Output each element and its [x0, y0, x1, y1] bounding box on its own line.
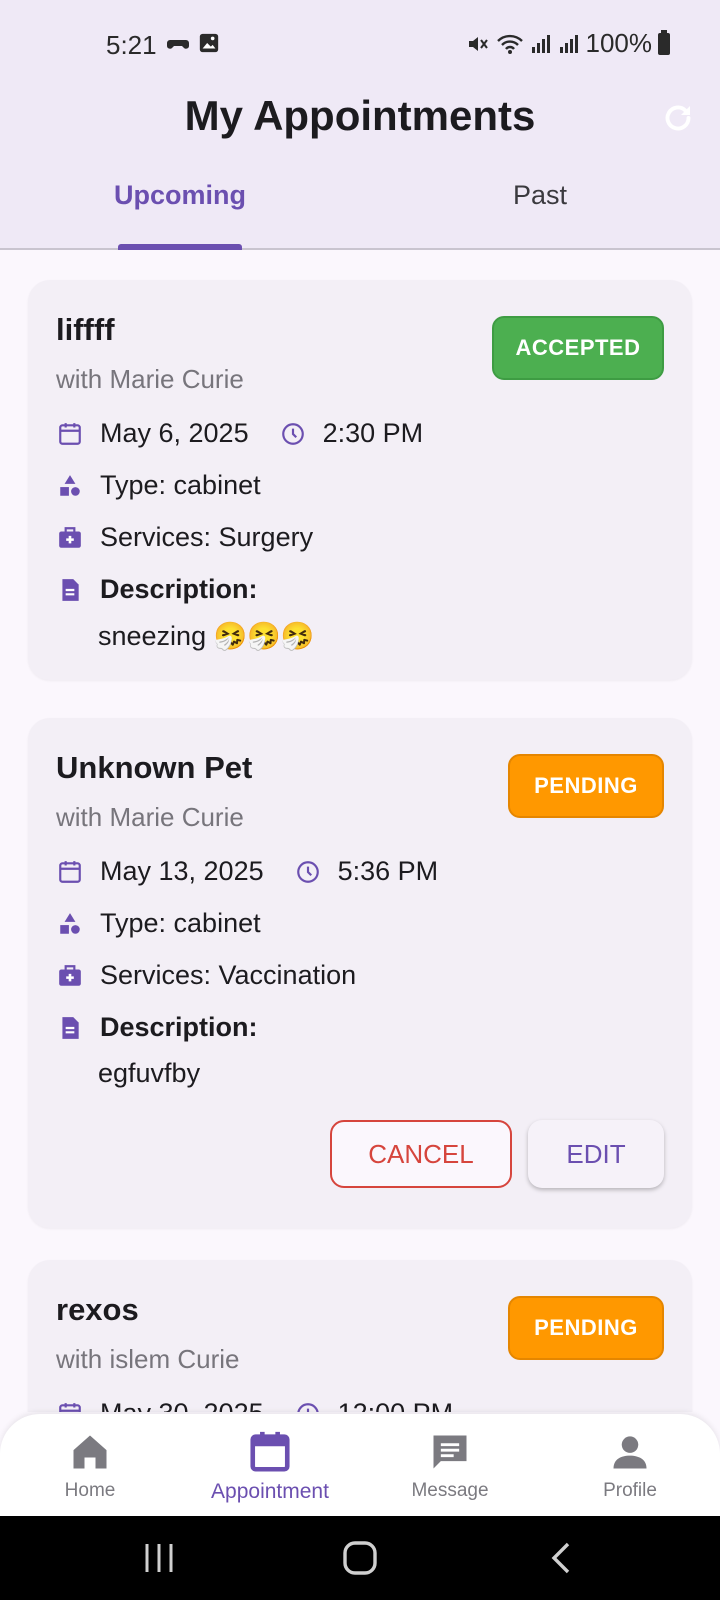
description-label: Description:	[100, 574, 258, 604]
status-badge: ACCEPTED	[492, 316, 664, 380]
nav-profile[interactable]: Profile	[550, 1428, 710, 1502]
date-time-row: May 13, 2025 5:36 PM	[56, 856, 438, 887]
status-time: 5:21	[106, 30, 157, 60]
appointment-time: 12:00 PM	[338, 1398, 454, 1412]
medical-bag-icon	[56, 524, 84, 552]
home-button-icon[interactable]	[340, 1538, 380, 1578]
status-badge: PENDING	[508, 754, 664, 818]
clock-icon	[294, 858, 322, 886]
calendar-icon	[56, 420, 84, 448]
battery-percent: 100%	[585, 28, 653, 58]
bottom-navigation: Home Appointment Message Profile	[0, 1414, 720, 1516]
description-row: Description:	[56, 1012, 258, 1043]
appointment-card[interactable]: liffff with Marie Curie ACCEPTED May 6, …	[28, 280, 692, 680]
vet-name: with islem Curie	[56, 1344, 240, 1374]
category-icon	[56, 472, 84, 500]
signal-icon	[531, 34, 550, 53]
nav-profile-label: Profile	[603, 1480, 657, 1501]
appointment-date: May 6, 2025	[100, 418, 249, 448]
date-time-row: May 30, 2025 12:00 PM	[56, 1398, 453, 1412]
pet-name: rexos	[56, 1292, 139, 1327]
calendar-icon	[246, 1428, 294, 1476]
appointment-type: Type: cabinet	[100, 908, 261, 938]
date-time-row: May 6, 2025 2:30 PM	[56, 418, 423, 449]
appointment-date: May 30, 2025	[100, 1398, 264, 1412]
description-label: Description:	[100, 1012, 258, 1042]
home-icon	[66, 1428, 114, 1476]
vet-name: with Marie Curie	[56, 802, 244, 832]
status-bar: 5:21 100%	[0, 22, 720, 66]
appointment-list[interactable]: liffff with Marie Curie ACCEPTED May 6, …	[0, 252, 720, 1412]
edit-button[interactable]: EDIT	[528, 1120, 664, 1188]
image-icon	[199, 33, 219, 53]
nav-message-label: Message	[411, 1480, 489, 1501]
nav-home[interactable]: Home	[10, 1428, 170, 1502]
status-right: 100%	[466, 28, 670, 59]
refresh-icon[interactable]	[660, 100, 696, 136]
nav-appointment-label: Appointment	[211, 1480, 329, 1503]
back-icon[interactable]	[548, 1538, 574, 1578]
appointment-time: 2:30 PM	[322, 418, 424, 448]
nav-home-label: Home	[64, 1480, 116, 1501]
battery-icon	[658, 29, 670, 55]
appointment-services: Services: Surgery	[100, 522, 314, 552]
description-row: Description:	[56, 574, 258, 605]
description-text: sneezing 🤧🤧🤧	[98, 621, 315, 651]
system-navigation-bar	[0, 1516, 720, 1600]
mute-icon	[468, 36, 488, 51]
category-icon	[56, 910, 84, 938]
signal-icon-2	[559, 34, 578, 53]
tab-past[interactable]: Past	[500, 180, 580, 246]
services-row: Services: Surgery	[56, 522, 313, 553]
tab-past-label: Past	[512, 180, 568, 210]
document-icon	[56, 1014, 84, 1042]
clock-icon	[294, 1400, 322, 1412]
tab-upcoming[interactable]: Upcoming	[114, 180, 246, 246]
notification-icons	[166, 32, 220, 56]
pet-name: liffff	[56, 312, 115, 347]
tab-upcoming-label: Upcoming	[114, 180, 246, 210]
appointment-time: 5:36 PM	[337, 856, 439, 886]
calendar-icon	[56, 858, 84, 886]
appointment-type: Type: cabinet	[100, 470, 261, 500]
nav-appointment[interactable]: Appointment	[190, 1428, 350, 1504]
type-row: Type: cabinet	[56, 908, 261, 939]
message-icon	[426, 1428, 474, 1476]
services-row: Services: Vaccination	[56, 960, 356, 991]
description-text: egfuvfby	[98, 1058, 201, 1088]
medical-bag-icon	[56, 962, 84, 990]
tab-indicator	[118, 244, 242, 250]
document-icon	[56, 576, 84, 604]
status-badge: PENDING	[508, 1296, 664, 1360]
pet-name: Unknown Pet	[56, 750, 253, 785]
profile-icon	[606, 1428, 654, 1476]
tab-bar: Upcoming Past	[0, 180, 720, 250]
appointment-card[interactable]: rexos with islem Curie PENDING May 30, 2…	[28, 1260, 692, 1412]
appointment-card[interactable]: Unknown Pet with Marie Curie PENDING May…	[28, 718, 692, 1228]
clock-icon	[279, 420, 307, 448]
page-title: My Appointments	[184, 92, 536, 139]
cancel-button[interactable]: CANCEL	[330, 1120, 512, 1188]
calendar-icon	[56, 1400, 84, 1412]
appointment-services: Services: Vaccination	[100, 960, 357, 990]
game-controller-icon	[167, 40, 189, 49]
recent-apps-icon[interactable]	[142, 1538, 176, 1578]
app-header: 5:21 100% My Appointments Upcoming Past	[0, 0, 720, 250]
vet-name: with Marie Curie	[56, 364, 244, 394]
wifi-icon	[496, 34, 523, 54]
type-row: Type: cabinet	[56, 470, 261, 501]
appointment-date: May 13, 2025	[100, 856, 264, 886]
nav-message[interactable]: Message	[370, 1428, 530, 1502]
